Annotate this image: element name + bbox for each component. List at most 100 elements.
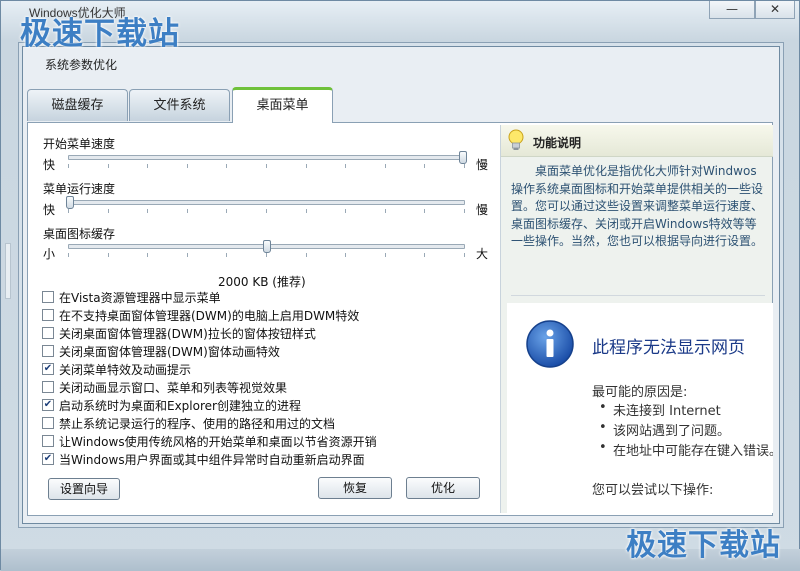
- checkbox[interactable]: ✔: [42, 453, 54, 465]
- slider-tick: [424, 253, 425, 257]
- option-row[interactable]: 让Windows使用传统风格的开始菜单和桌面以节省资源开销: [42, 432, 377, 450]
- help-description: 桌面菜单优化是指优化大师针对Windwos操作系统桌面图标和开始菜单提供相关的一…: [511, 164, 764, 249]
- checkbox[interactable]: [42, 327, 54, 339]
- lightbulb-icon: [506, 129, 526, 156]
- slider-tick: [464, 164, 465, 168]
- start-menu-speed-min: 快: [43, 158, 56, 172]
- tab-panel: 开始菜单速度 快 慢 菜单运行速度 快 慢 桌面图标缓存 小 大 2000 KB…: [27, 122, 773, 516]
- checkbox[interactable]: ✔: [42, 363, 54, 375]
- help-title: 功能说明: [533, 136, 582, 150]
- option-row[interactable]: 在不支持桌面窗体管理器(DWM)的电脑上启用DWM特效: [42, 306, 377, 324]
- checkbox[interactable]: [42, 291, 54, 303]
- watermark-logo-top: 极速下载站: [20, 16, 180, 52]
- icon-cache-min: 小: [43, 247, 56, 261]
- slider-tick: [306, 253, 307, 257]
- background-scrollbar[interactable]: [5, 243, 11, 299]
- slider-tick: [266, 209, 267, 213]
- option-label: 在不支持桌面窗体管理器(DWM)的电脑上启用DWM特效: [59, 308, 360, 323]
- checkbox[interactable]: [42, 309, 54, 321]
- error-heading: 此程序无法显示网页: [592, 338, 745, 358]
- option-label: 关闭桌面窗体管理器(DWM)拉长的窗体按钮样式: [59, 326, 316, 341]
- tab-disk-cache[interactable]: 磁盘缓存: [27, 89, 128, 121]
- slider-tick: [187, 209, 188, 213]
- option-row[interactable]: 禁止系统记录运行的程序、使用的路径和用过的文档: [42, 414, 377, 432]
- option-label: 禁止系统记录运行的程序、使用的路径和用过的文档: [59, 416, 336, 431]
- setup-wizard-button[interactable]: 设置向导: [48, 478, 120, 500]
- slider-tick: [385, 164, 386, 168]
- option-label: 启动系统时为桌面和Explorer创建独立的进程: [59, 398, 301, 413]
- slider-tick: [147, 253, 148, 257]
- slider-tick: [464, 209, 465, 213]
- option-row[interactable]: 关闭动画显示窗口、菜单和列表等视觉效果: [42, 378, 377, 396]
- options-list: 在Vista资源管理器中显示菜单 在不支持桌面窗体管理器(DWM)的电脑上启用D…: [42, 288, 377, 468]
- slider-tick: [345, 253, 346, 257]
- system-params-dialog: 系统参数优化 磁盘缓存 文件系统 桌面菜单 开始菜单速度 快 慢 菜单运行速度 …: [22, 46, 780, 524]
- menu-run-speed-label: 菜单运行速度: [43, 182, 116, 196]
- close-button[interactable]: ✕: [755, 1, 795, 19]
- embedded-error-page: 此程序无法显示网页 最可能的原因是: 未连接到 Internet 该网站遇到了问…: [507, 303, 773, 513]
- help-divider: [511, 295, 765, 296]
- option-row[interactable]: 关闭桌面窗体管理器(DWM)窗体动画特效: [42, 342, 377, 360]
- info-icon: [525, 319, 575, 372]
- help-pane: 功能说明 桌面菜单优化是指优化大师针对Windwos操作系统桌面图标和开始菜单提…: [500, 125, 773, 513]
- slider-tick: [464, 253, 465, 257]
- option-row[interactable]: ✔ 关闭菜单特效及动画提示: [42, 360, 377, 378]
- icon-cache-label: 桌面图标缓存: [43, 227, 116, 241]
- menu-run-speed-thumb[interactable]: [66, 196, 74, 209]
- option-label: 当Windows用户界面或其中组件异常时自动重新启动界面: [59, 452, 365, 467]
- menu-run-speed-ticks: [68, 209, 465, 215]
- list-item: 该网站遇到了问题。: [599, 420, 773, 440]
- menu-run-speed-track[interactable]: [68, 200, 465, 205]
- slider-tick: [306, 209, 307, 213]
- settings-pane: 开始菜单速度 快 慢 菜单运行速度 快 慢 桌面图标缓存 小 大 2000 KB…: [28, 123, 496, 515]
- start-menu-speed-thumb[interactable]: [459, 151, 467, 164]
- start-menu-speed-track[interactable]: [68, 155, 465, 160]
- error-reason-label: 最可能的原因是:: [592, 385, 688, 400]
- slider-tick: [187, 253, 188, 257]
- minimize-button[interactable]: —: [709, 1, 755, 19]
- slider-tick: [108, 164, 109, 168]
- slider-tick: [385, 253, 386, 257]
- window-controls: — ✕: [709, 1, 795, 19]
- icon-cache-thumb[interactable]: [262, 240, 271, 253]
- dialog-title: 系统参数优化: [45, 58, 118, 72]
- slider-tick: [385, 209, 386, 213]
- option-label: 关闭桌面窗体管理器(DWM)窗体动画特效: [59, 344, 280, 359]
- checkbox[interactable]: [42, 435, 54, 447]
- menu-run-speed-min: 快: [43, 203, 56, 217]
- slider-tick: [424, 209, 425, 213]
- error-reason-list: 未连接到 Internet 该网站遇到了问题。 在地址中可能存在键入错误。: [599, 400, 773, 460]
- option-row[interactable]: 在Vista资源管理器中显示菜单: [42, 288, 377, 306]
- option-row[interactable]: ✔ 当Windows用户界面或其中组件异常时自动重新启动界面: [42, 450, 377, 468]
- slider-tick: [306, 164, 307, 168]
- start-menu-speed-ticks: [68, 164, 465, 170]
- start-menu-speed-label: 开始菜单速度: [43, 137, 116, 151]
- slider-tick: [345, 209, 346, 213]
- list-item: 未连接到 Internet: [599, 400, 773, 420]
- slider-tick: [226, 164, 227, 168]
- checkbox[interactable]: [42, 381, 54, 393]
- slider-tick: [68, 209, 69, 213]
- option-row[interactable]: ✔ 启动系统时为桌面和Explorer创建独立的进程: [42, 396, 377, 414]
- restore-button[interactable]: 恢复: [318, 477, 392, 499]
- option-row[interactable]: 关闭桌面窗体管理器(DWM)拉长的窗体按钮样式: [42, 324, 377, 342]
- optimize-button[interactable]: 优化: [406, 477, 480, 499]
- slider-tick: [68, 164, 69, 168]
- error-try-label: 您可以尝试以下操作:: [592, 483, 714, 498]
- checkbox[interactable]: ✔: [42, 399, 54, 411]
- checkbox[interactable]: [42, 345, 54, 357]
- slider-tick: [345, 164, 346, 168]
- option-label: 关闭动画显示窗口、菜单和列表等视觉效果: [59, 380, 288, 395]
- slider-tick: [187, 164, 188, 168]
- tab-desktop-menu[interactable]: 桌面菜单: [232, 87, 333, 123]
- slider-tick: [226, 253, 227, 257]
- checkbox[interactable]: [42, 417, 54, 429]
- slider-tick: [147, 164, 148, 168]
- tab-file-system[interactable]: 文件系统: [129, 89, 230, 121]
- help-header: 功能说明: [501, 125, 773, 157]
- icon-cache-max: 大: [476, 247, 489, 261]
- slider-tick: [108, 209, 109, 213]
- slider-tick: [266, 164, 267, 168]
- start-menu-speed-max: 慢: [476, 158, 489, 172]
- menu-run-speed-max: 慢: [476, 203, 489, 217]
